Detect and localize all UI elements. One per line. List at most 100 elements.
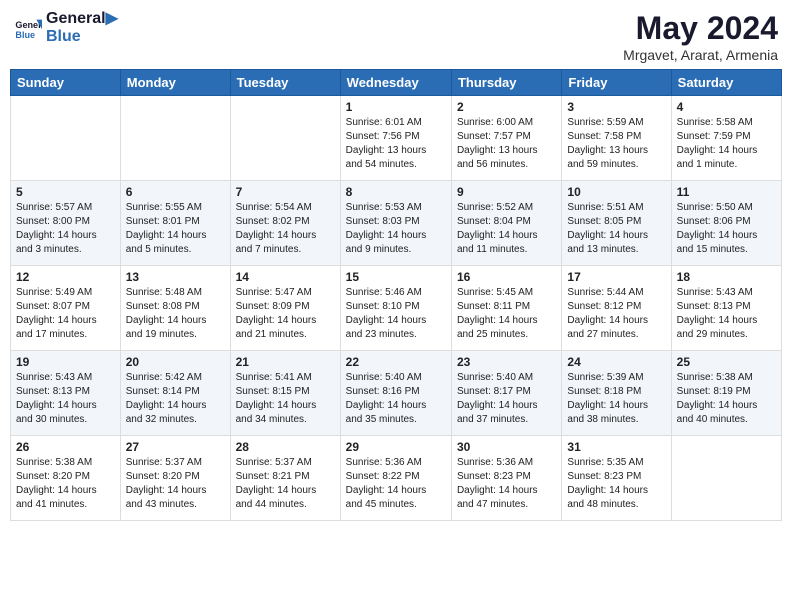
day-info: Sunrise: 5:57 AM Sunset: 8:00 PM Dayligh… [16,201,115,257]
logo-text: General▶ [46,10,118,28]
svg-text:Blue: Blue [15,29,35,39]
day-info: Sunrise: 5:53 AM Sunset: 8:03 PM Dayligh… [346,201,446,257]
calendar-cell: 11Sunrise: 5:50 AM Sunset: 8:06 PM Dayli… [671,181,781,266]
day-info: Sunrise: 5:37 AM Sunset: 8:20 PM Dayligh… [126,456,225,512]
calendar-cell: 31Sunrise: 5:35 AM Sunset: 8:23 PM Dayli… [562,436,671,521]
calendar-cell: 27Sunrise: 5:37 AM Sunset: 8:20 PM Dayli… [120,436,230,521]
calendar-week-5: 26 Sunrise: 5:38 AM Sunset: 8:20 PM Dayli… [11,436,782,521]
calendar-cell [11,96,121,181]
calendar-cell: 5 Sunrise: 5:57 AM Sunset: 8:00 PM Daylig… [11,181,121,266]
calendar-week-2: 5 Sunrise: 5:57 AM Sunset: 8:00 PM Daylig… [11,181,782,266]
day-number: 14 [236,270,335,284]
day-number: 2 [457,100,556,114]
calendar-cell: 19 Sunrise: 5:43 AM Sunset: 8:13 PM Dayli… [11,351,121,436]
calendar-cell [230,96,340,181]
day-number: 6 [126,185,225,199]
logo-subtext: Blue [46,28,118,46]
day-number: 18 [677,270,776,284]
day-info: Sunrise: 6:00 AM Sunset: 7:57 PM Dayligh… [457,116,556,172]
calendar-cell: 22 Sunrise: 5:40 AM Sunset: 8:16 PM Dayli… [340,351,451,436]
day-info: Sunrise: 5:38 AM Sunset: 8:19 PM Dayligh… [677,371,776,427]
day-info: Sunrise: 5:49 AM Sunset: 8:07 PM Dayligh… [16,286,115,342]
calendar-cell: 30 Sunrise: 5:36 AM Sunset: 8:23 PM Dayli… [451,436,561,521]
calendar-cell: 10 Sunrise: 5:51 AM Sunset: 8:05 PM Dayli… [562,181,671,266]
day-info: Sunrise: 5:48 AM Sunset: 8:08 PM Dayligh… [126,286,225,342]
calendar-cell: 16Sunrise: 5:45 AM Sunset: 8:11 PM Dayli… [451,266,561,351]
day-info: Sunrise: 5:35 AM Sunset: 8:23 PM Dayligh… [567,456,665,512]
day-number: 17 [567,270,665,284]
day-number: 26 [16,440,115,454]
day-number: 30 [457,440,556,454]
calendar-cell: 25 Sunrise: 5:38 AM Sunset: 8:19 PM Dayli… [671,351,781,436]
calendar-cell: 8 Sunrise: 5:53 AM Sunset: 8:03 PM Daylig… [340,181,451,266]
calendar-cell: 17Sunrise: 5:44 AM Sunset: 8:12 PM Dayli… [562,266,671,351]
calendar-table: SundayMondayTuesdayWednesdayThursdayFrid… [10,69,782,521]
calendar-cell: 13 Sunrise: 5:48 AM Sunset: 8:08 PM Dayli… [120,266,230,351]
day-number: 29 [346,440,446,454]
calendar-cell: 29 Sunrise: 5:36 AM Sunset: 8:22 PM Dayli… [340,436,451,521]
day-info: Sunrise: 5:52 AM Sunset: 8:04 PM Dayligh… [457,201,556,257]
day-info: Sunrise: 5:59 AM Sunset: 7:58 PM Dayligh… [567,116,665,172]
day-info: Sunrise: 5:47 AM Sunset: 8:09 PM Dayligh… [236,286,335,342]
day-number: 11 [677,185,776,199]
day-number: 23 [457,355,556,369]
day-number: 28 [236,440,335,454]
day-info: Sunrise: 5:46 AM Sunset: 8:10 PM Dayligh… [346,286,446,342]
day-info: Sunrise: 5:43 AM Sunset: 8:13 PM Dayligh… [677,286,776,342]
day-number: 25 [677,355,776,369]
day-info: Sunrise: 5:40 AM Sunset: 8:17 PM Dayligh… [457,371,556,427]
calendar-week-4: 19 Sunrise: 5:43 AM Sunset: 8:13 PM Dayli… [11,351,782,436]
day-number: 20 [126,355,225,369]
calendar-cell: 7 Sunrise: 5:54 AM Sunset: 8:02 PM Daylig… [230,181,340,266]
day-number: 8 [346,185,446,199]
calendar-cell: 21 Sunrise: 5:41 AM Sunset: 8:15 PM Dayli… [230,351,340,436]
calendar-cell: 12 Sunrise: 5:49 AM Sunset: 8:07 PM Dayli… [11,266,121,351]
location-subtitle: Mrgavet, Ararat, Armenia [623,47,778,63]
day-info: Sunrise: 5:39 AM Sunset: 8:18 PM Dayligh… [567,371,665,427]
day-number: 5 [16,185,115,199]
calendar-cell: 2 Sunrise: 6:00 AM Sunset: 7:57 PM Daylig… [451,96,561,181]
logo: General Blue General▶ Blue [14,10,118,45]
day-info: Sunrise: 5:58 AM Sunset: 7:59 PM Dayligh… [677,116,776,172]
calendar-cell: 26 Sunrise: 5:38 AM Sunset: 8:20 PM Dayli… [11,436,121,521]
day-number: 3 [567,100,665,114]
day-number: 13 [126,270,225,284]
day-info: Sunrise: 5:54 AM Sunset: 8:02 PM Dayligh… [236,201,335,257]
calendar-cell: 4Sunrise: 5:58 AM Sunset: 7:59 PM Daylig… [671,96,781,181]
day-info: Sunrise: 5:36 AM Sunset: 8:23 PM Dayligh… [457,456,556,512]
day-header-monday: Monday [120,70,230,96]
day-info: Sunrise: 5:41 AM Sunset: 8:15 PM Dayligh… [236,371,335,427]
day-info: Sunrise: 5:55 AM Sunset: 8:01 PM Dayligh… [126,201,225,257]
day-info: Sunrise: 5:36 AM Sunset: 8:22 PM Dayligh… [346,456,446,512]
day-number: 12 [16,270,115,284]
day-number: 16 [457,270,556,284]
day-header-wednesday: Wednesday [340,70,451,96]
calendar-cell: 14 Sunrise: 5:47 AM Sunset: 8:09 PM Dayli… [230,266,340,351]
day-info: Sunrise: 6:01 AM Sunset: 7:56 PM Dayligh… [346,116,446,172]
calendar-cell: 9Sunrise: 5:52 AM Sunset: 8:04 PM Daylig… [451,181,561,266]
day-info: Sunrise: 5:38 AM Sunset: 8:20 PM Dayligh… [16,456,115,512]
calendar-header-row: SundayMondayTuesdayWednesdayThursdayFrid… [11,70,782,96]
calendar-cell: 28 Sunrise: 5:37 AM Sunset: 8:21 PM Dayli… [230,436,340,521]
day-info: Sunrise: 5:40 AM Sunset: 8:16 PM Dayligh… [346,371,446,427]
day-header-saturday: Saturday [671,70,781,96]
day-number: 7 [236,185,335,199]
day-number: 10 [567,185,665,199]
calendar-cell: 15Sunrise: 5:46 AM Sunset: 8:10 PM Dayli… [340,266,451,351]
title-block: May 2024 Mrgavet, Ararat, Armenia [623,10,778,63]
day-number: 21 [236,355,335,369]
day-info: Sunrise: 5:43 AM Sunset: 8:13 PM Dayligh… [16,371,115,427]
day-header-sunday: Sunday [11,70,121,96]
calendar-cell [671,436,781,521]
page-header: General Blue General▶ Blue May 2024 Mrga… [10,10,782,63]
calendar-week-3: 12 Sunrise: 5:49 AM Sunset: 8:07 PM Dayli… [11,266,782,351]
day-info: Sunrise: 5:51 AM Sunset: 8:05 PM Dayligh… [567,201,665,257]
day-number: 24 [567,355,665,369]
day-info: Sunrise: 5:37 AM Sunset: 8:21 PM Dayligh… [236,456,335,512]
day-header-friday: Friday [562,70,671,96]
day-number: 22 [346,355,446,369]
calendar-cell: 1Sunrise: 6:01 AM Sunset: 7:56 PM Daylig… [340,96,451,181]
month-year-title: May 2024 [623,10,778,47]
day-number: 19 [16,355,115,369]
calendar-cell [120,96,230,181]
